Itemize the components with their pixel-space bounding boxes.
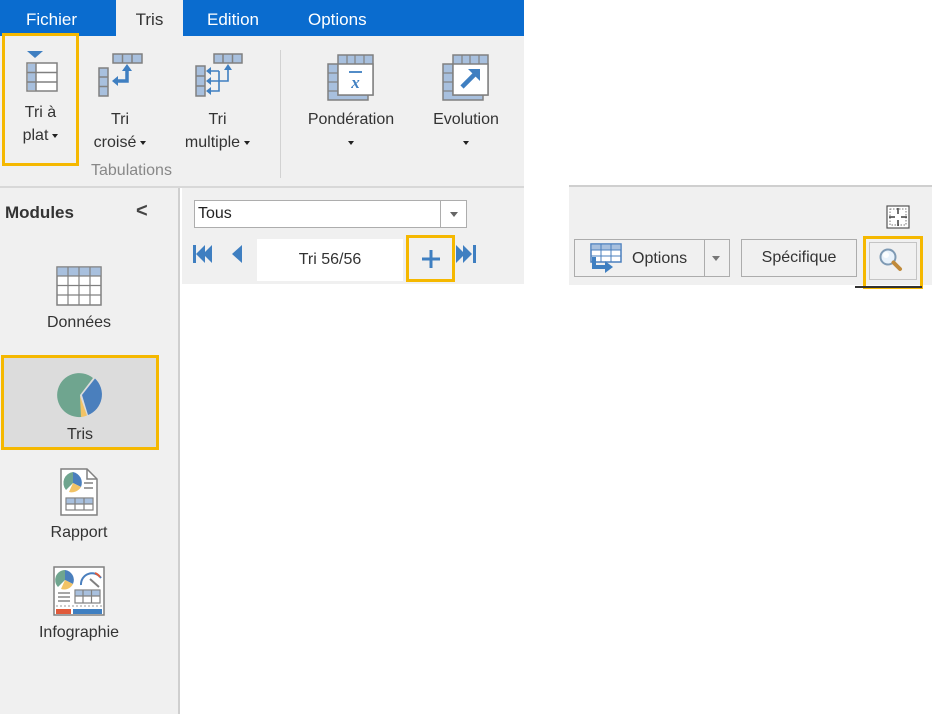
chevron-down-icon (244, 140, 251, 145)
chevron-down-icon (712, 256, 720, 261)
tri-multiple-label-2: multiple (184, 134, 241, 151)
search-underline (855, 286, 922, 288)
tab-edition[interactable]: Edition (195, 0, 271, 36)
sidebar-item-label: Infographie (38, 624, 120, 641)
options-dropdown-arrow[interactable] (705, 239, 730, 277)
modules-sidebar: Modules < Données Tris Rapport Infograph… (0, 188, 180, 714)
last-tri-button[interactable] (455, 244, 479, 264)
ponderation-button[interactable]: x Pondération (292, 52, 410, 154)
ribbon: Fichier Tris Edition Options Tri à plat (0, 0, 524, 188)
infographic-icon (53, 566, 105, 616)
tri-croise-button[interactable]: Tri croisé (85, 52, 155, 154)
weighting-icon: x (327, 54, 374, 101)
chevron-down-icon (463, 140, 469, 145)
chevron-down-icon (140, 140, 147, 145)
first-tri-button[interactable] (192, 244, 216, 264)
sidebar-item-donnees[interactable]: Données (0, 266, 158, 332)
tri-counter: Tri 56/56 (257, 239, 403, 281)
tri-multiple-button[interactable]: Tri multiple (170, 52, 265, 154)
options-button-label: Options (632, 250, 688, 267)
sidebar-item-rapport[interactable]: Rapport (0, 468, 158, 542)
previous-tri-button[interactable] (230, 244, 244, 264)
magnifier-icon (879, 248, 902, 271)
fit-to-window-icon[interactable] (886, 205, 910, 229)
table-options-icon (590, 243, 622, 273)
ribbon-separator (280, 50, 281, 178)
sidebar-item-tris[interactable]: Tris (1, 355, 159, 450)
tri-navigator: Tous Tri 56/56 (182, 188, 524, 284)
collapse-sidebar-button[interactable]: < (136, 200, 148, 223)
filter-dropdown[interactable]: Tous (194, 200, 467, 228)
ribbon-tab-bar: Fichier Tris Edition Options (0, 0, 524, 36)
tri-croise-label: Tri (110, 111, 130, 128)
sidebar-item-label: Tris (66, 426, 94, 443)
sidebar-item-label: Rapport (50, 524, 108, 541)
tab-fichier[interactable]: Fichier (14, 0, 89, 36)
flat-table-icon (25, 51, 58, 92)
options-button[interactable]: Options (574, 239, 705, 277)
tri-a-plat-label: Tri à (24, 104, 57, 121)
results-toolbar: Options Spécifique (569, 185, 932, 289)
modules-title: Modules (5, 203, 74, 222)
add-tri-button[interactable] (406, 235, 455, 282)
tab-tris[interactable]: Tris (116, 0, 183, 36)
tri-a-plat-button[interactable]: Tri à plat (2, 33, 79, 166)
chevron-down-icon (450, 212, 458, 217)
crosstab-icon (98, 53, 143, 97)
evolution-label: Evolution (433, 111, 499, 128)
report-icon (60, 468, 98, 516)
tri-a-plat-label-2: plat (22, 127, 49, 144)
ponderation-label: Pondération (307, 111, 395, 128)
chevron-down-icon (52, 133, 59, 138)
svg-text:x: x (350, 73, 360, 92)
multi-tab-icon (194, 53, 243, 97)
sidebar-item-infographie[interactable]: Infographie (0, 566, 158, 642)
filter-selected-value: Tous (198, 205, 232, 222)
chevron-down-icon (348, 140, 354, 145)
evolution-button[interactable]: Evolution (420, 52, 512, 154)
tab-options[interactable]: Options (296, 0, 379, 36)
sidebar-item-label: Données (46, 314, 112, 331)
plus-icon (421, 250, 440, 268)
tri-multiple-label: Tri (208, 111, 227, 128)
evolution-icon (442, 54, 489, 101)
grid-icon (56, 266, 102, 306)
specifique-button[interactable]: Spécifique (741, 239, 857, 277)
filter-dropdown-arrow[interactable] (440, 201, 466, 227)
tri-croise-label-2: croisé (93, 134, 137, 151)
search-button[interactable] (863, 236, 923, 289)
pie-chart-icon (57, 373, 102, 418)
tabulations-group-label: Tabulations (91, 162, 172, 179)
